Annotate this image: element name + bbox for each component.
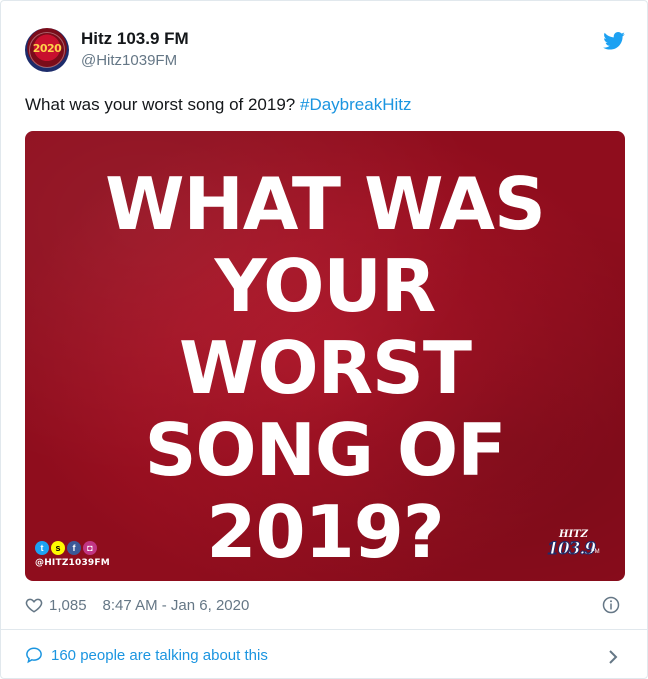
snapchat-icon: s	[51, 541, 65, 555]
headline-line: SONG OF	[144, 408, 507, 492]
headline-line: WHAT WAS	[105, 162, 546, 246]
timestamp-link[interactable]: 8:47 AM - Jan 6, 2020	[103, 597, 250, 614]
headline-line: 2019?	[206, 490, 444, 574]
instagram-icon: ◘	[83, 541, 97, 555]
conversation-text: 160 people are talking about this	[51, 646, 268, 664]
heart-icon[interactable]	[25, 596, 43, 614]
image-social-block: t s f ◘ @HITZ1039FM	[35, 541, 110, 568]
headline-line: WORST	[178, 326, 472, 410]
like-count[interactable]: 1,085	[49, 597, 87, 614]
facebook-icon: f	[67, 541, 81, 555]
station-logo: HITZ 103.9 FM	[545, 529, 605, 567]
logo-main-text: 103.9	[546, 539, 596, 560]
social-icons: t s f ◘	[35, 541, 110, 555]
twitter-icon: t	[35, 541, 49, 555]
chevron-right-icon[interactable]	[607, 648, 619, 666]
tweet-card: 2020 Hitz 103.9 FM @Hitz1039FM What was …	[0, 0, 648, 679]
avatar-text: 2020	[32, 42, 62, 55]
tweet-image[interactable]: WHAT WAS YOUR WORST SONG OF 2019? t s f …	[25, 131, 625, 581]
tweet-body: What was your worst song of 2019?	[25, 95, 300, 114]
headline-line: YOUR	[214, 244, 437, 328]
avatar[interactable]: 2020	[25, 28, 69, 72]
display-name[interactable]: Hitz 103.9 FM	[81, 29, 189, 49]
image-headline: WHAT WAS YOUR WORST SONG OF 2019?	[25, 163, 625, 573]
info-icon[interactable]	[602, 596, 620, 614]
image-social-handle: @HITZ1039FM	[35, 558, 110, 568]
comment-bubble-icon	[26, 647, 42, 664]
divider	[1, 629, 647, 630]
user-handle[interactable]: @Hitz1039FM	[81, 52, 177, 69]
hashtag-link[interactable]: #DaybreakHitz	[300, 95, 412, 114]
twitter-bird-icon[interactable]	[603, 32, 625, 50]
tweet-text: What was your worst song of 2019? #Daybr…	[25, 94, 411, 116]
conversation-link[interactable]: 160 people are talking about this	[25, 646, 268, 664]
tweet-meta: 1,085 8:47 AM - Jan 6, 2020	[25, 596, 249, 614]
logo-sub-text: FM	[591, 549, 600, 555]
